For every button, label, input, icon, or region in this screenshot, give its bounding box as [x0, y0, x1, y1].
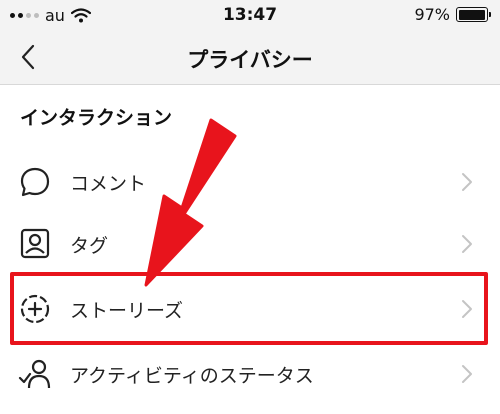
list-item-label: アクティビティのステータス	[70, 365, 314, 387]
chevron-right-icon	[462, 300, 472, 318]
list-item-label: コメント	[70, 173, 147, 195]
chevron-right-icon	[462, 365, 472, 383]
list-item-label: タグ	[70, 235, 109, 257]
battery-fill	[458, 9, 485, 20]
list-item-activity-status[interactable]: アクティビティのステータス	[0, 344, 500, 404]
battery-percent: 97%	[414, 5, 450, 24]
chevron-right-icon	[462, 173, 472, 191]
navigation-bar: プライバシー	[0, 30, 500, 85]
comment-icon	[20, 167, 50, 197]
chevron-right-icon	[462, 235, 472, 253]
status-bar-right: 97%	[414, 5, 491, 24]
status-bar: au 13:47 97%	[0, 0, 500, 30]
list-item-comments[interactable]: コメント	[0, 152, 500, 212]
activity-status-icon	[18, 359, 51, 389]
page-title: プライバシー	[187, 48, 313, 72]
list-item-stories[interactable]: ストーリーズ	[0, 279, 500, 339]
list-item-label: ストーリーズ	[70, 300, 184, 322]
tag-icon	[20, 228, 50, 259]
story-add-icon	[20, 294, 50, 324]
battery-icon	[456, 7, 491, 22]
list-item-tags[interactable]: タグ	[0, 214, 500, 274]
section-header: インタラクション	[20, 107, 173, 129]
